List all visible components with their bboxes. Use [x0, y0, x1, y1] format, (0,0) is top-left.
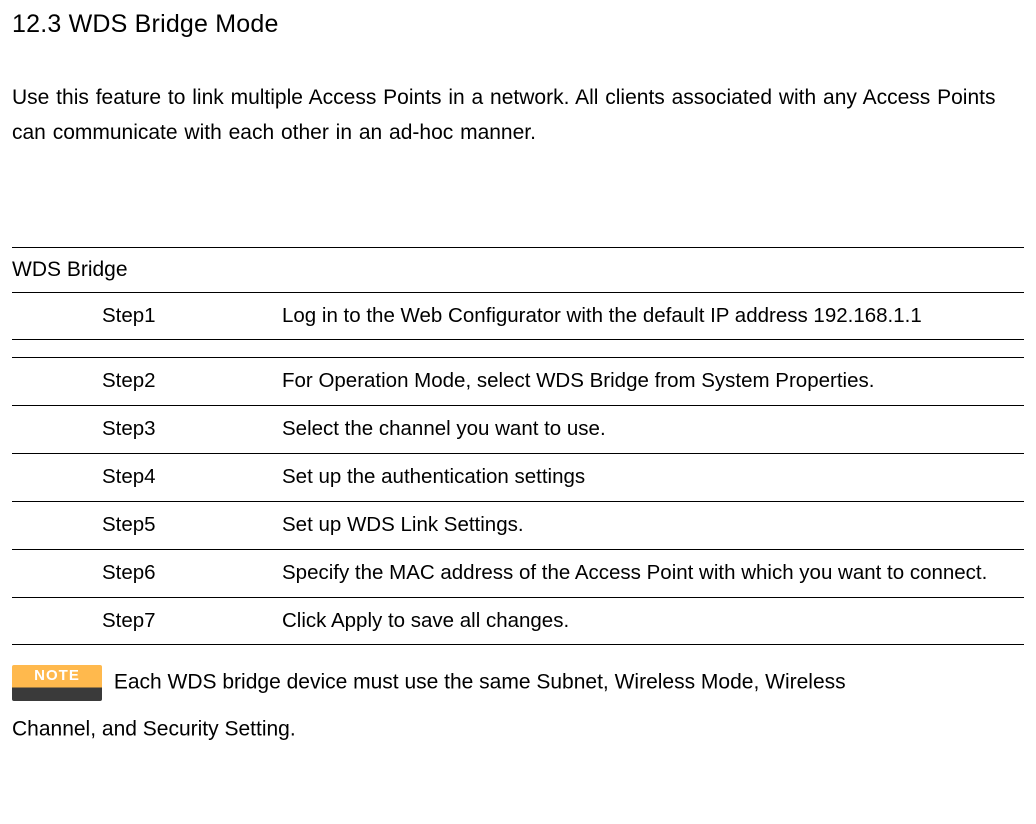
step-indent	[12, 454, 102, 502]
table-row: Step3 Select the channel you want to use…	[12, 406, 1024, 454]
step-indent	[12, 501, 102, 549]
note-icon: NOTE	[12, 665, 102, 701]
step-label: Step6	[102, 549, 282, 597]
section-heading: 12.3 WDS Bridge Mode	[12, 6, 1024, 44]
step-indent	[12, 292, 102, 340]
step-label: Step5	[102, 501, 282, 549]
step-label: Step3	[102, 406, 282, 454]
table-row: Step6 Specify the MAC address of the Acc…	[12, 549, 1024, 597]
table-row: Step2 For Operation Mode, select WDS Bri…	[12, 358, 1024, 406]
step-indent	[12, 597, 102, 645]
step-desc: Set up WDS Link Settings.	[282, 501, 1024, 549]
note-text-line1: Each WDS bridge device must use the same…	[114, 671, 846, 694]
note-text-line2: Channel, and Security Setting.	[12, 717, 296, 740]
step-indent	[12, 406, 102, 454]
step-desc: Set up the authentication settings	[282, 454, 1024, 502]
table-row: Step4 Set up the authentication settings	[12, 454, 1024, 502]
table-row: Step1 Log in to the Web Configurator wit…	[12, 292, 1024, 340]
note-badge-text: NOTE	[12, 665, 102, 687]
table-row: Step5 Set up WDS Link Settings.	[12, 501, 1024, 549]
step-indent	[12, 358, 102, 406]
step-label: Step2	[102, 358, 282, 406]
step-label: Step4	[102, 454, 282, 502]
step-label: Step7	[102, 597, 282, 645]
step-desc: Click Apply to save all changes.	[282, 597, 1024, 645]
table-header: WDS Bridge	[12, 247, 1024, 292]
table-header-row: WDS Bridge	[12, 247, 1024, 292]
step-desc: Select the channel you want to use.	[282, 406, 1024, 454]
note-section: NOTE Each WDS bridge device must use the…	[12, 659, 1024, 752]
step-desc: Specify the MAC address of the Access Po…	[282, 549, 1024, 597]
step-indent	[12, 549, 102, 597]
intro-paragraph: Use this feature to link multiple Access…	[12, 80, 1024, 151]
step-label: Step1	[102, 292, 282, 340]
table-row: Step7 Click Apply to save all changes.	[12, 597, 1024, 645]
wds-steps-table: WDS Bridge Step1 Log in to the Web Confi…	[12, 247, 1024, 646]
spacer-row	[12, 340, 1024, 358]
step-desc: Log in to the Web Configurator with the …	[282, 292, 1024, 340]
step-desc: For Operation Mode, select WDS Bridge fr…	[282, 358, 1024, 406]
